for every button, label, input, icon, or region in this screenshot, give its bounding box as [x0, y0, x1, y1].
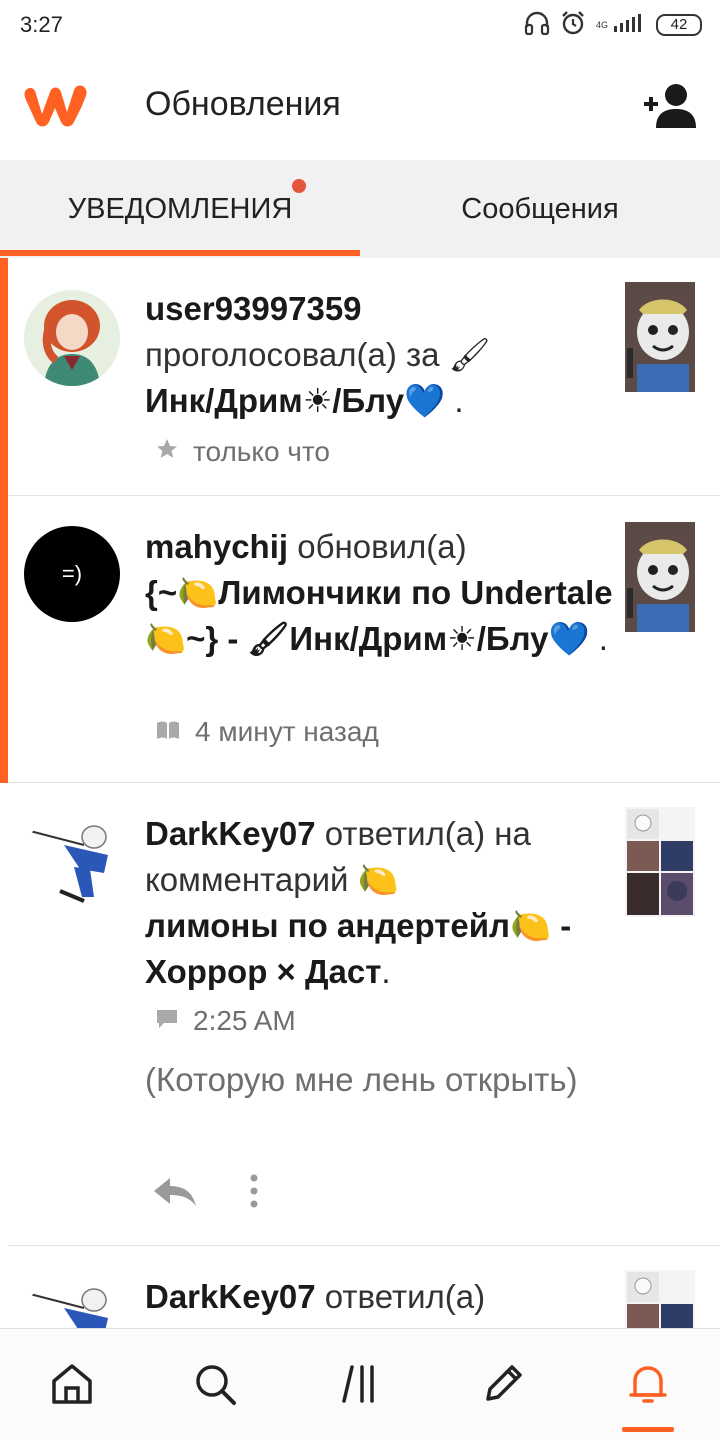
- action-text: ответил(а): [324, 1278, 486, 1315]
- library-icon: [342, 1365, 374, 1403]
- more-options-button[interactable]: [248, 1173, 260, 1214]
- notification-text: DarkKey07 ответил(а): [145, 1274, 605, 1320]
- username[interactable]: mahychij: [145, 528, 288, 565]
- username[interactable]: DarkKey07: [145, 815, 316, 852]
- notification-meta: 2:25 AM: [155, 1005, 296, 1037]
- nav-library[interactable]: [336, 1359, 386, 1409]
- avatar[interactable]: [24, 811, 120, 907]
- notification-text: DarkKey07 ответил(а) на комментарий 🍋 ли…: [145, 811, 605, 995]
- tab-messages[interactable]: Сообщения: [360, 160, 720, 258]
- story-title[interactable]: Инк/Дрим☀/Блу💙: [145, 382, 445, 419]
- tab-messages-label: Сообщения: [461, 192, 619, 225]
- notification-item[interactable]: user93997359 проголосовал(а) за 🖌 Инк/Др…: [0, 258, 720, 496]
- battery-indicator: 42: [656, 14, 702, 36]
- nav-search[interactable]: [190, 1359, 240, 1409]
- alarm-icon: [560, 10, 586, 41]
- story-cover[interactable]: [625, 1270, 695, 1328]
- home-icon: [52, 1364, 92, 1404]
- notification-item[interactable]: DarkKey07 ответил(а): [0, 1246, 720, 1328]
- tab-notifications-label: УВЕДОМЛЕНИЯ: [67, 178, 307, 226]
- timestamp: 2:25 AM: [193, 1005, 296, 1036]
- notification-text: mahychij обновил(а) {~🍋Лимончики по Unde…: [145, 524, 615, 662]
- notification-meta: 4 минут назад: [155, 716, 379, 748]
- comment-icon: [155, 1005, 179, 1037]
- story-cover[interactable]: [625, 282, 695, 392]
- signal-icon: [612, 12, 646, 39]
- notification-list: user93997359 проголосовал(а) за 🖌 Инк/Др…: [0, 258, 720, 1328]
- book-icon: [155, 716, 181, 748]
- nav-write[interactable]: [478, 1359, 528, 1409]
- bottom-navigation: [0, 1328, 720, 1440]
- avatar[interactable]: [24, 290, 120, 386]
- nav-home[interactable]: [47, 1359, 97, 1409]
- reply-button[interactable]: [150, 1174, 198, 1213]
- suffix: .: [381, 953, 391, 990]
- username[interactable]: DarkKey07: [145, 1278, 316, 1315]
- avatar[interactable]: =): [24, 526, 120, 622]
- app-header: Обновления: [0, 52, 720, 160]
- pencil-icon: [486, 1365, 522, 1401]
- avatar[interactable]: [24, 1274, 120, 1328]
- suffix: .: [589, 620, 608, 657]
- status-time: 3:27: [20, 12, 63, 37]
- network-type: 4G: [595, 20, 608, 30]
- tab-notifications[interactable]: УВЕДОМЛЕНИЯ: [0, 160, 360, 258]
- search-icon: [196, 1365, 236, 1405]
- notification-item[interactable]: DarkKey07 ответил(а) на комментарий 🍋 ли…: [0, 783, 720, 1246]
- tab-notifications-text: УВЕДОМЛЕНИЯ: [67, 192, 293, 225]
- page-title: Обновления: [145, 85, 341, 123]
- comment-actions: [150, 1173, 260, 1214]
- action-text: проголосовал(а) за: [145, 336, 440, 373]
- comment-quote: (Которую мне лень открыть): [145, 1061, 578, 1098]
- wattpad-logo-icon[interactable]: [22, 80, 92, 130]
- active-nav-indicator: [622, 1427, 674, 1432]
- timestamp: только что: [193, 436, 330, 467]
- tab-bar: УВЕДОМЛЕНИЯ Сообщения: [0, 160, 720, 258]
- add-user-icon: [644, 84, 696, 128]
- reply-icon: [154, 1178, 196, 1206]
- status-bar: 3:27 4G 42: [0, 0, 720, 52]
- headphones-icon: [524, 11, 550, 40]
- story-cover[interactable]: [625, 807, 695, 917]
- notification-item[interactable]: =) mahychij обновил(а) {~🍋Лимончики по U…: [0, 496, 720, 783]
- brush-emoji: 🖌: [448, 335, 491, 374]
- username[interactable]: user93997359: [145, 290, 362, 327]
- notification-meta: только что: [155, 436, 330, 468]
- story-title[interactable]: {~🍋Лимончики по Undertale 🍋~} - 🖌Инк/Дри…: [145, 574, 613, 657]
- active-tab-indicator: [0, 250, 360, 256]
- status-icons: 4G 42: [524, 10, 702, 40]
- notification-text: user93997359 проголосовал(а) за 🖌 Инк/Др…: [145, 286, 605, 424]
- timestamp: 4 минут назад: [195, 716, 379, 747]
- more-vertical-icon: [250, 1174, 258, 1208]
- nav-notifications[interactable]: [623, 1359, 673, 1409]
- add-friend-button[interactable]: [642, 82, 698, 130]
- unread-dot: [292, 178, 307, 193]
- bell-icon: [629, 1366, 667, 1403]
- avatar-text: =): [61, 561, 83, 586]
- action-text: обновил(а): [297, 528, 467, 565]
- story-cover[interactable]: [625, 522, 695, 632]
- suffix: .: [445, 382, 464, 419]
- story-title[interactable]: лимоны по андертейл🍋 - Хоррор × Даст: [145, 907, 571, 990]
- star-icon: [155, 436, 179, 468]
